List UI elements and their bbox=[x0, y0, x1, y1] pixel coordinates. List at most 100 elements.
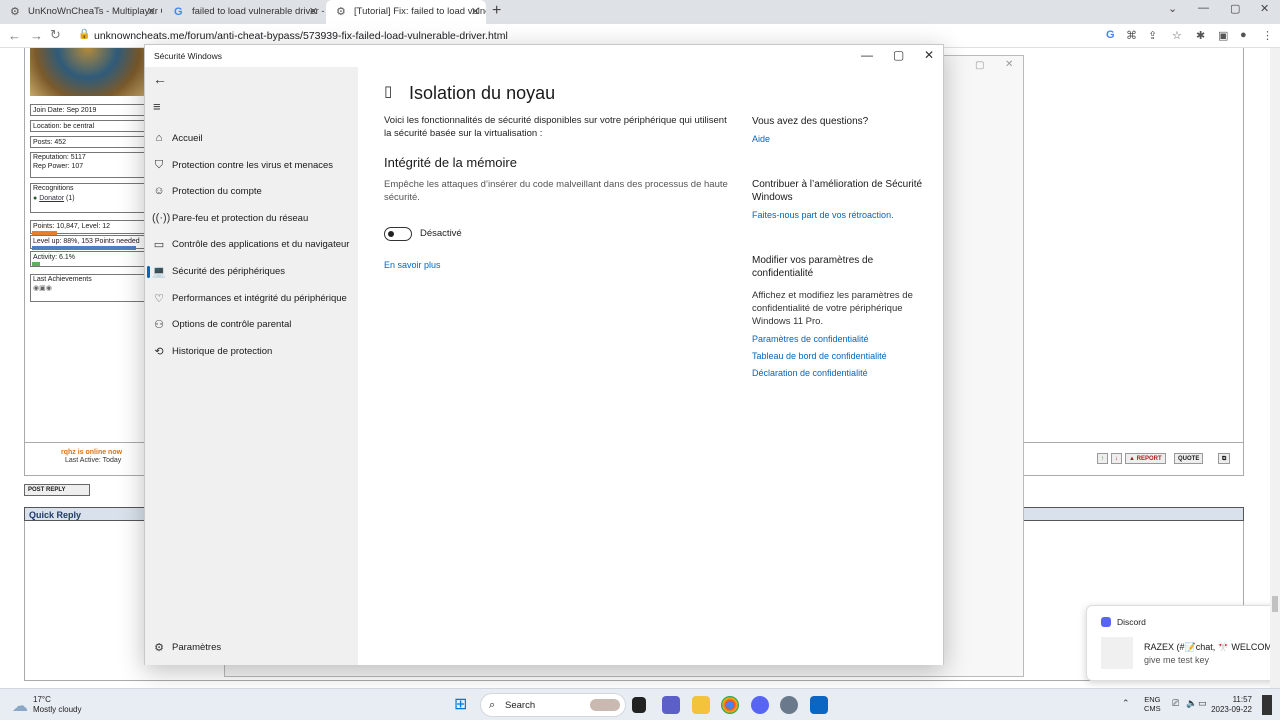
sidebar-item-protection-history[interactable]: ⟲ Historique de protection bbox=[145, 340, 358, 364]
notification-bell-icon[interactable] bbox=[1262, 695, 1272, 715]
settings-app-icon[interactable] bbox=[780, 696, 798, 714]
help-link[interactable]: Aide bbox=[752, 134, 770, 144]
battery-icon[interactable]: ▭ bbox=[1198, 698, 1207, 709]
donator-link[interactable]: Donator bbox=[39, 195, 64, 202]
minimize-icon[interactable]: — bbox=[861, 48, 873, 62]
home-icon: ⌂ bbox=[155, 132, 163, 144]
tray-chevron-up-icon[interactable]: ⌃ bbox=[1122, 698, 1130, 709]
wifi-icon: ((·)) bbox=[152, 212, 171, 224]
family-icon: ⚇ bbox=[154, 319, 164, 331]
close-icon[interactable]: ✕ bbox=[309, 0, 318, 24]
down-icon[interactable]: ↓ bbox=[1111, 453, 1122, 464]
maximize-icon[interactable]: ▢ bbox=[893, 48, 904, 62]
network-icon[interactable]: ⎚ bbox=[1172, 698, 1179, 709]
intro-text: Voici les fonctionnalités de sécurité di… bbox=[384, 115, 727, 139]
close-icon[interactable]: ✕ bbox=[147, 0, 156, 24]
sidebar-item-device-performance[interactable]: ♡ Performances et intégrité du périphéri… bbox=[145, 287, 358, 311]
reload-icon[interactable]: ↻ bbox=[50, 27, 61, 43]
questions-heading: Vous avez des questions? bbox=[752, 116, 869, 127]
weather-condition[interactable]: Mostly cloudy bbox=[33, 705, 81, 714]
browser-tab-1[interactable]: ⚙ UnKnoWnCheaTs - Multiplayer G ✕ bbox=[0, 0, 162, 24]
weather-temp[interactable]: 17°C bbox=[33, 695, 51, 704]
forward-icon[interactable]: → bbox=[30, 28, 43, 43]
file-explorer-icon[interactable] bbox=[692, 696, 710, 714]
url-field[interactable]: unknowncheats.me/forum/anti-cheat-bypass… bbox=[94, 28, 1114, 44]
menu-icon[interactable]: ⋮ bbox=[1262, 29, 1273, 42]
clock[interactable]: 11:57 2023-09-22 bbox=[1208, 695, 1252, 715]
discord-notification[interactable]: Discord RAZEX (#📝chat, 🎌 WELCOME give me… bbox=[1086, 605, 1278, 681]
window-title: Sécurité Windows bbox=[154, 51, 223, 61]
restore-icon[interactable]: ▢ bbox=[1230, 2, 1240, 15]
privacy-statement-link[interactable]: Déclaration de confidentialité bbox=[752, 368, 868, 378]
google-icon[interactable]: G bbox=[1106, 29, 1115, 41]
sidebar: ← ≡ ⌂ Accueil ⛉ Protection contre les vi… bbox=[145, 67, 358, 665]
tab-label: [Tutorial] Fix: failed to load vulne bbox=[354, 6, 486, 17]
minimize-icon[interactable]: — bbox=[1198, 2, 1209, 14]
browser-tab-bar: ⚙ UnKnoWnCheaTs - Multiplayer G ✕ G fail… bbox=[0, 0, 1280, 24]
sidebar-item-device-security[interactable]: 💻 Sécurité des périphériques bbox=[145, 260, 358, 284]
browser-tab-2[interactable]: G failed to load vulnerable driver - G ✕ bbox=[164, 0, 324, 24]
history-icon: ⟲ bbox=[154, 346, 164, 358]
quote-button[interactable]: QUOTE bbox=[1174, 453, 1204, 464]
location: Location: be central bbox=[30, 120, 148, 132]
teams-icon[interactable] bbox=[662, 696, 680, 714]
volume-icon[interactable]: 🔈 bbox=[1186, 698, 1197, 709]
notification-title: RAZEX (#📝chat, 🎌 WELCOME bbox=[1144, 642, 1278, 652]
sidepanel-icon[interactable]: ▣ bbox=[1218, 29, 1228, 42]
sidebar-item-firewall[interactable]: ((·)) Pare-feu et protection du réseau bbox=[145, 207, 358, 231]
windows-security-icon[interactable] bbox=[810, 696, 828, 714]
sidebar-item-account-protection[interactable]: ☺ Protection du compte bbox=[145, 180, 358, 204]
taskbar: ☁ 17°C Mostly cloudy ⊞ ⌕ Search ⌃ ENG CM… bbox=[0, 688, 1280, 720]
hamburger-menu-icon[interactable]: ≡ bbox=[153, 99, 161, 114]
sidebar-item-parental-options[interactable]: ⚇ Options de contrôle parental bbox=[145, 313, 358, 337]
profile-icon[interactable]: ● bbox=[1240, 29, 1247, 41]
sidebar-item-settings[interactable]: ⚙ Paramètres bbox=[145, 636, 358, 660]
sidebar-item-virus-protection[interactable]: ⛉ Protection contre les virus et menaces bbox=[145, 154, 358, 178]
chrome-icon[interactable] bbox=[721, 696, 739, 714]
notification-avatar bbox=[1101, 637, 1133, 669]
search-icon: ⌕ bbox=[489, 699, 496, 711]
last-achievements: Last Achievements ◉▣◉ bbox=[30, 274, 148, 302]
activity-bar bbox=[32, 262, 40, 266]
chevron-down-icon[interactable]: ⌄ bbox=[1168, 2, 1177, 15]
toggle-knob bbox=[388, 230, 394, 237]
lock-icon[interactable]: 🔒 bbox=[78, 29, 90, 40]
bookmark-icon[interactable]: ☆ bbox=[1172, 29, 1182, 42]
privacy-heading: Modifier vos paramètres de confidentiali… bbox=[752, 255, 874, 279]
privacy-dashboard-link[interactable]: Tableau de bord de confidentialité bbox=[752, 351, 887, 361]
up-icon[interactable]: ↑ bbox=[1097, 453, 1108, 464]
medal-icon: ● bbox=[33, 195, 38, 202]
task-view-icon[interactable] bbox=[632, 697, 646, 713]
windows-start-icon[interactable]: ⊞ bbox=[454, 696, 472, 714]
scrollbar-thumb[interactable] bbox=[1272, 596, 1278, 612]
section-description: Empêche les attaques d’insérer du code m… bbox=[384, 179, 728, 203]
close-icon[interactable]: ✕ bbox=[924, 48, 934, 62]
report-button[interactable]: ▲ REPORT bbox=[1125, 453, 1166, 464]
browser-tab-3[interactable]: ⚙ [Tutorial] Fix: failed to load vulne ✕ bbox=[326, 0, 486, 24]
multiquote-icon[interactable]: ⧉ bbox=[1218, 453, 1231, 464]
back-icon[interactable]: ← bbox=[8, 28, 21, 43]
page-title: Isolation du noyau bbox=[409, 83, 556, 103]
sidebar-item-home[interactable]: ⌂ Accueil bbox=[145, 127, 358, 151]
selected-indicator bbox=[147, 266, 150, 278]
feedback-link[interactable]: Faites-nous part de vos rétroaction. bbox=[752, 210, 894, 220]
post-reply-button[interactable]: POST REPLY bbox=[24, 484, 90, 496]
close-icon[interactable]: ✕ bbox=[471, 0, 480, 24]
sidebar-item-app-browser-control[interactable]: ▭ Contrôle des applications et du naviga… bbox=[145, 233, 358, 257]
google-icon: G bbox=[174, 6, 183, 18]
back-arrow-icon[interactable]: ← bbox=[153, 71, 167, 87]
close-window-icon[interactable]: ✕ bbox=[1260, 2, 1269, 15]
share-icon[interactable]: ⇪ bbox=[1148, 29, 1157, 42]
cloud-icon[interactable]: ☁ bbox=[12, 696, 28, 716]
language-indicator[interactable]: ENG CMS bbox=[1144, 695, 1161, 713]
widget-icon[interactable] bbox=[590, 699, 620, 711]
extensions-icon[interactable]: ✱ bbox=[1196, 29, 1205, 42]
learn-more-link[interactable]: En savoir plus bbox=[384, 260, 441, 270]
privacy-settings-link[interactable]: Paramètres de confidentialité bbox=[752, 334, 869, 344]
discord-icon[interactable] bbox=[751, 696, 769, 714]
page-scrollbar[interactable] bbox=[1270, 48, 1280, 688]
new-tab-icon[interactable]: + bbox=[492, 2, 501, 20]
memory-integrity-toggle[interactable] bbox=[384, 227, 412, 241]
translate-icon[interactable]: ⌘ bbox=[1126, 29, 1137, 42]
restore-icon: ▢ bbox=[975, 60, 985, 71]
